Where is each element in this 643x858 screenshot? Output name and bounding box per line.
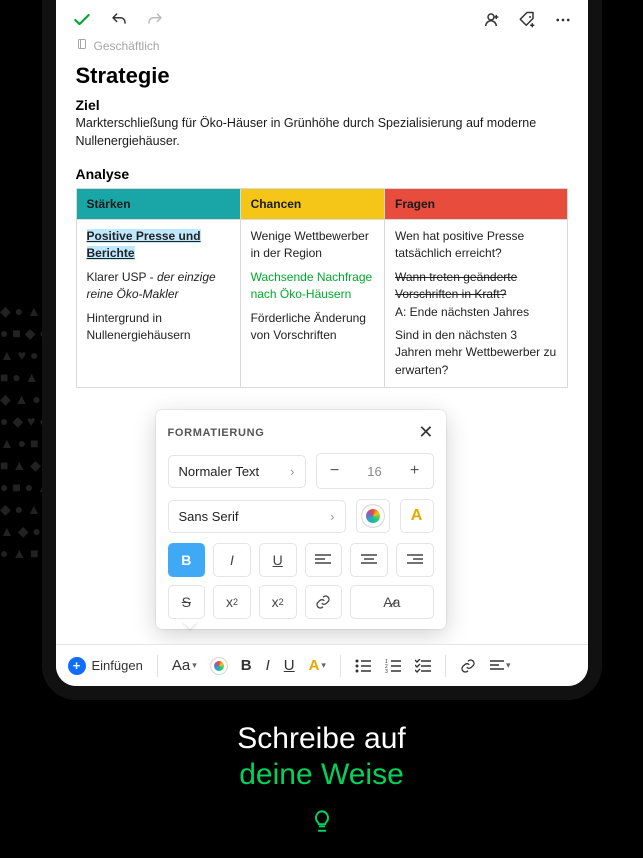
close-icon[interactable]: ✕ — [418, 422, 433, 443]
popover-title: FORMATIERUNG — [168, 427, 265, 439]
col-chancen[interactable]: Chancen — [240, 189, 384, 220]
link-button[interactable] — [305, 585, 343, 619]
col-fragen[interactable]: Fragen — [384, 189, 567, 220]
checklist-button[interactable] — [415, 659, 431, 673]
font-size-stepper[interactable]: − 16 + — [316, 453, 434, 489]
marketing-line-1: Schreibe auf — [0, 722, 643, 756]
font-family-select[interactable]: Sans Serif› — [168, 500, 346, 533]
alignment-toolbar-button[interactable] — [490, 660, 511, 672]
formatting-popover: FORMATIERUNG ✕ Normaler Text› − 16 + San… — [156, 410, 446, 629]
heading-ziel[interactable]: Ziel — [76, 97, 568, 113]
insert-button[interactable]: + Einfügen — [68, 657, 143, 675]
redo-button[interactable] — [146, 11, 164, 29]
marketing-line-2: deine Weise — [0, 758, 643, 792]
more-button[interactable] — [554, 11, 572, 29]
clear-formatting-button[interactable]: A̷a — [350, 585, 433, 619]
superscript-button[interactable]: x2 — [213, 585, 251, 619]
bold-button[interactable]: B — [168, 543, 206, 577]
color-ring-icon — [362, 505, 384, 527]
cell-staerken[interactable]: Positive Presse und Berichte Klarer USP … — [76, 220, 240, 388]
increase-size-button[interactable]: + — [397, 454, 433, 488]
text-style-select[interactable]: Normaler Text› — [168, 455, 306, 488]
notebook-icon — [76, 38, 88, 53]
highlight-toolbar-button[interactable]: A — [309, 657, 326, 674]
numbered-list-button[interactable]: 123 — [385, 659, 401, 673]
notebook-name[interactable]: Geschäftlich — [94, 39, 160, 53]
font-size-value: 16 — [353, 464, 397, 479]
analysis-table[interactable]: Stärken Chancen Fragen Positive Presse u… — [76, 188, 568, 388]
text-style-toolbar-button[interactable]: Aa — [172, 657, 197, 674]
tag-button[interactable] — [518, 11, 536, 29]
highlight-color-button[interactable]: A — [400, 499, 434, 533]
note-title[interactable]: Strategie — [76, 63, 568, 89]
plus-icon: + — [68, 657, 86, 675]
cell-chancen[interactable]: Wenige Wettbewerber in der Region Wachse… — [240, 220, 384, 388]
col-staerken[interactable]: Stärken — [76, 189, 240, 220]
subscript-button[interactable]: x2 — [259, 585, 297, 619]
underline-toolbar-button[interactable]: U — [284, 657, 295, 674]
done-button[interactable] — [72, 10, 92, 30]
link-toolbar-button[interactable] — [460, 658, 476, 674]
italic-toolbar-button[interactable]: I — [266, 657, 270, 674]
strikethrough-button[interactable]: S — [168, 585, 206, 619]
decrease-size-button[interactable]: − — [317, 454, 353, 488]
color-ring-icon — [211, 658, 227, 674]
highlighter-icon: A — [411, 507, 423, 525]
undo-button[interactable] — [110, 11, 128, 29]
editor-toolbar: + Einfügen Aa B I U A 123 — [56, 644, 588, 686]
bullet-list-button[interactable] — [355, 659, 371, 673]
lightbulb-icon — [0, 808, 643, 834]
share-person-button[interactable] — [482, 11, 500, 29]
bold-toolbar-button[interactable]: B — [241, 657, 252, 674]
align-center-button[interactable] — [350, 543, 388, 577]
align-left-button[interactable] — [305, 543, 343, 577]
color-toolbar-button[interactable] — [211, 658, 227, 674]
underline-button[interactable]: U — [259, 543, 297, 577]
goal-text[interactable]: Markterschließung für Öko-Häuser in Grün… — [76, 115, 568, 150]
svg-text:3: 3 — [385, 669, 388, 673]
italic-button[interactable]: I — [213, 543, 251, 577]
align-right-button[interactable] — [396, 543, 434, 577]
heading-analyse[interactable]: Analyse — [76, 166, 568, 182]
text-color-button[interactable] — [356, 499, 390, 533]
cell-fragen[interactable]: Wen hat positive Presse tatsächlich erre… — [384, 220, 567, 388]
